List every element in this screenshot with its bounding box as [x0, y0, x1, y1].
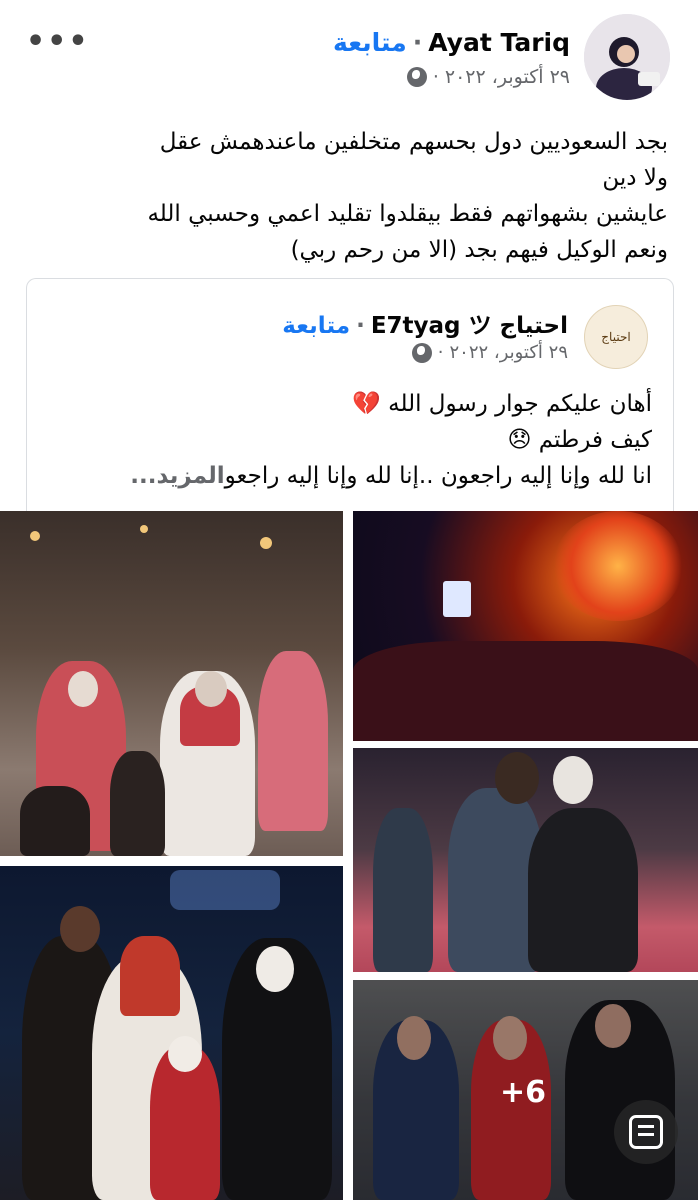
see-more-link[interactable]: المزيد...: [130, 463, 224, 489]
shared-text-line: انا لله وإنا إليه راجعون ..إنا لله وإنا …: [130, 458, 652, 494]
shared-post-date[interactable]: ٢٩ أكتوبر، ٢٠٢٢: [449, 342, 568, 363]
post-text-line: ولا دين: [602, 165, 668, 191]
photo-concert-crowd[interactable]: [353, 511, 698, 741]
post-text-line: ونعم الوكيل فيهم بجد (الا من رحم ربي): [290, 237, 668, 263]
follow-button[interactable]: متابعة: [333, 28, 407, 57]
post-meta: ٢٩ أكتوبر، ٢٠٢٢ ·: [406, 66, 570, 88]
shared-text-line: أهان عليكم جوار رسول الله 💔: [352, 391, 652, 417]
shared-text-line: كيف فرطتم 😞: [507, 427, 652, 453]
mask-face: [553, 756, 593, 804]
light-spot: [30, 531, 40, 541]
meta-dot: ·: [432, 66, 439, 88]
light-spot: [140, 525, 148, 533]
shared-text-line-3: انا لله وإنا إليه راجعون ..إنا لله وإنا …: [224, 463, 652, 489]
photo-costume-group[interactable]: [0, 866, 343, 1200]
face: [168, 1036, 202, 1072]
globe-icon: [411, 342, 432, 363]
person-figure: [110, 751, 165, 856]
separator-dot: ·: [356, 313, 365, 339]
shared-author-name-line: احتياج E7tyag ツ·متابعة: [282, 306, 568, 340]
person-figure: [373, 808, 433, 972]
person-figure: [120, 936, 180, 1016]
post-text: بجد السعوديين دول بحسهم متخلفين ماعندهمش…: [28, 124, 668, 268]
light-spot: [260, 537, 272, 549]
separator-dot: ·: [412, 28, 423, 57]
mask-face: [68, 671, 98, 707]
mask-face: [495, 752, 539, 804]
person-figure: [528, 808, 638, 972]
fire-light: [553, 511, 683, 621]
screen-light: [443, 581, 471, 617]
mask-face: [195, 671, 227, 707]
shared-avatar-text: احتياج: [601, 330, 631, 344]
shared-post-meta: ٢٩ أكتوبر، ٢٠٢٢ ·: [411, 342, 568, 363]
face: [256, 946, 294, 992]
person-figure: [20, 786, 90, 856]
post-text-line: بجد السعوديين دول بحسهم متخلفين ماعندهمش…: [159, 129, 668, 155]
more-photos-count[interactable]: +6: [500, 1075, 546, 1110]
author-name-line: Ayat Tariq·متابعة: [333, 28, 570, 57]
face: [60, 906, 100, 952]
photo-masked-couple[interactable]: [353, 748, 698, 972]
post-date[interactable]: ٢٩ أكتوبر، ٢٠٢٢: [445, 66, 570, 88]
shared-post-text: أهان عليكم جوار رسول الله 💔 كيف فرطتم 😞 …: [130, 386, 652, 494]
photo-crowd-costumes[interactable]: [0, 511, 343, 856]
crowd-silhouette: [353, 641, 698, 741]
person-figure: [258, 651, 328, 831]
post-text-line: عايشين بشهواتهم فقط بيقلدوا تقليد اعمي و…: [147, 201, 668, 227]
more-options-icon[interactable]: •••: [26, 24, 90, 59]
author-avatar[interactable]: [584, 14, 670, 100]
neon-sign: [170, 870, 280, 910]
shared-follow-button[interactable]: متابعة: [282, 313, 350, 339]
text-scan-icon: [629, 1115, 663, 1149]
author-name[interactable]: Ayat Tariq: [428, 28, 570, 57]
shared-author-avatar[interactable]: احتياج: [584, 305, 648, 369]
globe-icon: [406, 67, 427, 87]
text-scan-button[interactable]: [614, 1100, 678, 1164]
meta-dot: ·: [437, 342, 444, 363]
shared-author-name[interactable]: احتياج E7tyag ツ: [371, 313, 568, 339]
